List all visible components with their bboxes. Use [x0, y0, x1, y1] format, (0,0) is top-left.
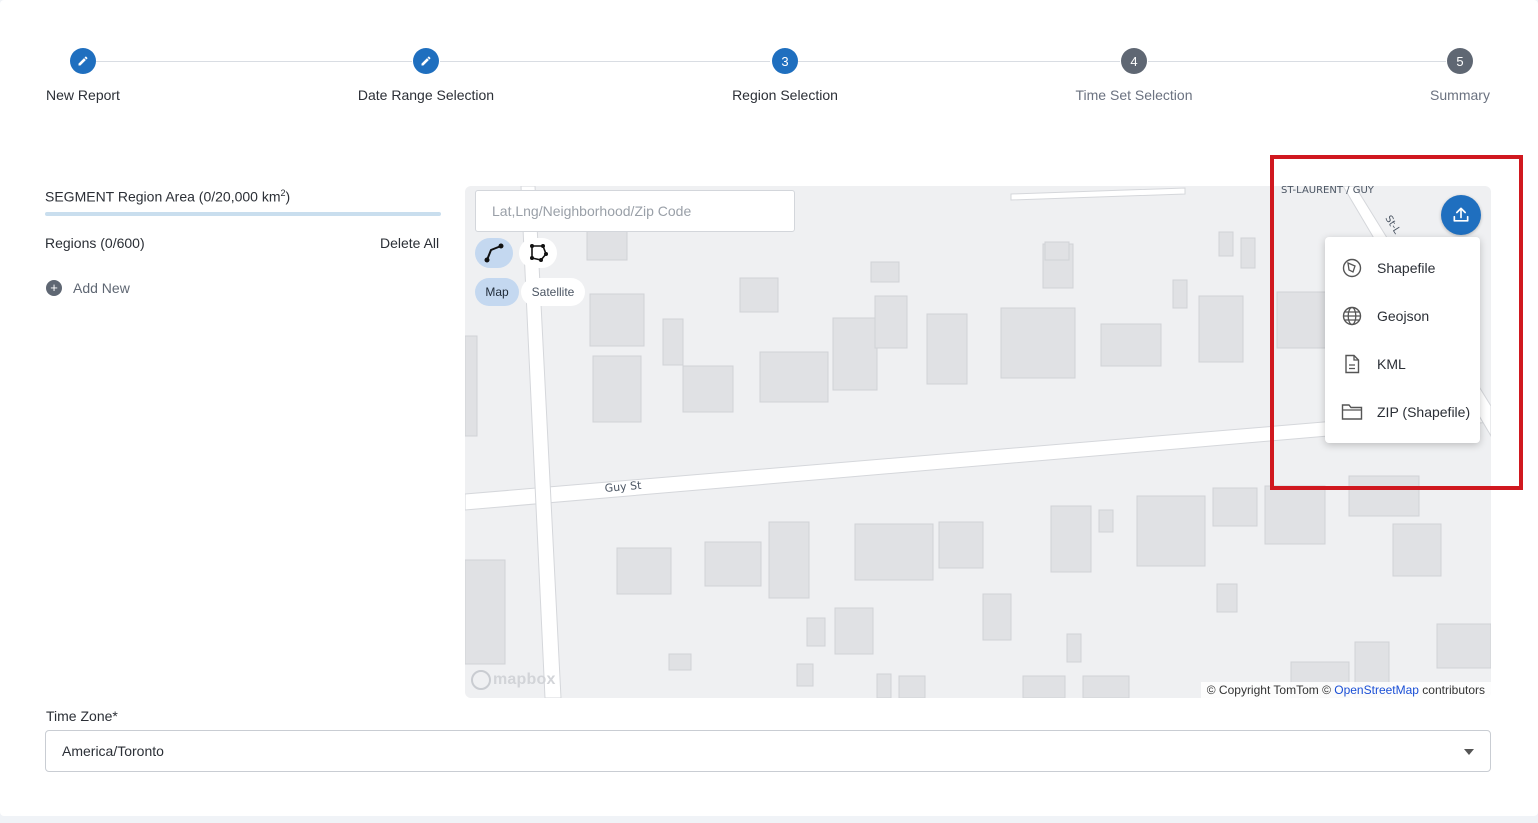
folder-icon [1341, 401, 1363, 423]
step-number: 5 [1447, 48, 1473, 74]
add-new-region-button[interactable]: + Add New [46, 280, 130, 296]
polygon-draw-icon [530, 244, 548, 262]
map-attribution: © Copyright TomTom © OpenStreetMap contr… [1200, 682, 1491, 698]
step-label: Summary [1430, 87, 1490, 103]
region-area-title: SEGMENT Region Area (0/20,000 km2) [45, 188, 291, 205]
menu-item-label: ZIP (Shapefile) [1377, 404, 1471, 420]
time-zone-select[interactable]: America/Toronto [45, 730, 1491, 772]
step-label: Region Selection [732, 87, 838, 103]
step-number: 3 [772, 48, 798, 74]
upload-zip-option[interactable]: ZIP (Shapefile) [1325, 388, 1480, 436]
upload-menu: Shapefile Geojson KML ZIP (Shapefile) [1325, 237, 1480, 443]
step-new-report[interactable]: New Report [0, 48, 183, 103]
step-region-selection[interactable]: 3 Region Selection [685, 48, 885, 103]
step-label: Time Set Selection [1075, 87, 1193, 103]
location-search-input[interactable] [475, 190, 795, 232]
shapefile-icon [1341, 257, 1363, 279]
map-view-button[interactable]: Map [475, 278, 519, 306]
upload-icon [1453, 207, 1469, 222]
delete-all-button[interactable]: Delete All [380, 235, 439, 251]
pencil-icon [413, 48, 439, 74]
draw-polygon-button[interactable] [519, 238, 557, 268]
line-draw-icon [484, 243, 504, 263]
time-zone-value: America/Toronto [62, 743, 164, 759]
step-time-set[interactable]: 4 Time Set Selection [1034, 48, 1234, 103]
step-summary[interactable]: 5 Summary [1360, 48, 1538, 103]
mapbox-logo: mapbox [471, 670, 556, 690]
street-label-st-laurent: ST-LAURENT / GUY [1281, 186, 1375, 196]
step-label: New Report [46, 87, 120, 103]
file-icon [1341, 353, 1363, 375]
step-label: Date Range Selection [357, 87, 495, 103]
map-view[interactable]: Guy St ST-LAURENT / GUY St-L Map Satelli… [465, 186, 1491, 698]
region-area-progress [45, 212, 441, 216]
satellite-view-button[interactable]: Satellite [521, 278, 585, 306]
add-new-label: Add New [73, 280, 130, 296]
regions-count: Regions (0/600) [45, 235, 145, 251]
report-wizard-card: New Report Date Range Selection 3 Region… [0, 0, 1538, 816]
stepper: New Report Date Range Selection 3 Region… [0, 0, 1538, 130]
pencil-icon [70, 48, 96, 74]
time-zone-label: Time Zone* [46, 708, 118, 724]
step-date-range[interactable]: Date Range Selection [326, 48, 526, 103]
upload-button[interactable] [1441, 195, 1481, 235]
upload-geojson-option[interactable]: Geojson [1325, 292, 1480, 340]
upload-kml-option[interactable]: KML [1325, 340, 1480, 388]
plus-icon: + [46, 280, 62, 296]
globe-icon [1341, 305, 1363, 327]
menu-item-label: Geojson [1377, 308, 1430, 324]
osm-link[interactable]: OpenStreetMap [1334, 683, 1419, 697]
step-number: 4 [1121, 48, 1147, 74]
menu-item-label: Shapefile [1377, 260, 1436, 276]
draw-line-button[interactable] [475, 238, 513, 268]
mapbox-logo-icon [471, 670, 491, 690]
menu-item-label: KML [1377, 356, 1406, 372]
caret-down-icon [1464, 749, 1474, 755]
street-label-st-l: St-L [1382, 214, 1402, 237]
upload-shapefile-option[interactable]: Shapefile [1325, 244, 1480, 292]
